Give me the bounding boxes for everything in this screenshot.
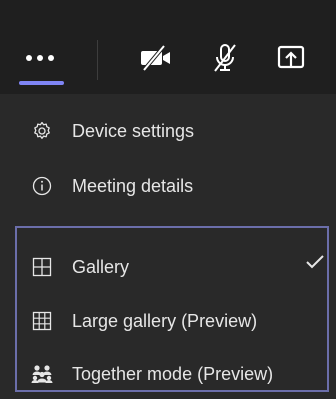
menu-item-label: Gallery <box>72 257 130 277</box>
toolbar-divider <box>97 40 98 80</box>
gear-icon <box>31 120 53 142</box>
meeting-more-options-panel: Device settings Meeting details Gallery <box>0 0 336 399</box>
meeting-toolbar <box>0 0 336 94</box>
menu-item-label: Device settings <box>72 121 195 141</box>
mic-off-icon <box>214 44 236 72</box>
menu-item-label: Meeting details <box>72 176 194 196</box>
selected-indicator <box>19 81 64 85</box>
microphone-toggle-button[interactable] <box>202 35 248 81</box>
share-screen-button[interactable] <box>268 35 314 81</box>
share-screen-icon <box>277 45 305 69</box>
menu-item-label: Together mode (Preview) <box>72 364 274 384</box>
menu-item-meeting-details[interactable]: Meeting details <box>0 159 336 213</box>
more-options-button[interactable] <box>17 35 63 81</box>
menu-item-together-mode[interactable]: Together mode (Preview) <box>0 347 336 401</box>
info-icon <box>31 175 53 197</box>
large-gallery-grid-icon <box>31 310 53 332</box>
menu-item-device-settings[interactable]: Device settings <box>0 104 336 158</box>
menu-item-label: Large gallery (Preview) <box>72 311 258 331</box>
video-off-icon <box>141 44 170 72</box>
gallery-grid-icon <box>31 256 53 278</box>
more-horizontal-icon <box>26 55 54 61</box>
menu-item-large-gallery[interactable]: Large gallery (Preview) <box>0 294 336 348</box>
together-mode-icon <box>31 363 53 385</box>
menu-item-gallery[interactable]: Gallery <box>0 240 336 294</box>
checkmark-icon <box>306 255 324 269</box>
camera-toggle-button[interactable] <box>133 35 179 81</box>
